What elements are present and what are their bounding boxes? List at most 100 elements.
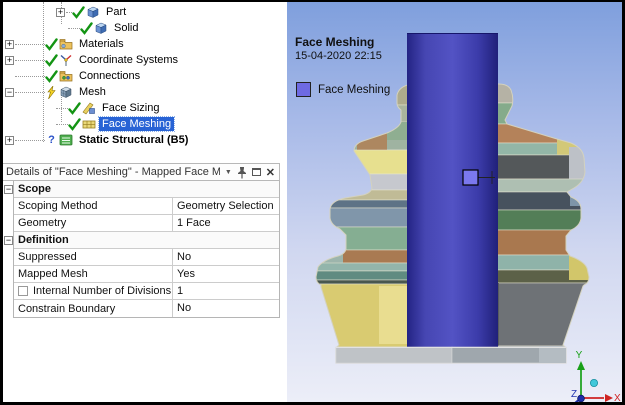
tree-item-label: Solid (114, 22, 139, 34)
section-collapse-icon[interactable] (4, 236, 13, 245)
legend-label: Face Meshing (318, 83, 391, 96)
y-axis-arrow (577, 361, 585, 370)
row-value[interactable]: Geometry Selection (173, 198, 279, 214)
tree-item-materials[interactable]: Materials (3, 36, 283, 52)
check-icon (68, 101, 81, 115)
details-section-scope[interactable]: Scope (14, 181, 279, 198)
z-axis-ball (577, 394, 585, 402)
row-value[interactable]: 1 Face (173, 215, 279, 231)
details-panel: Details of "Face Meshing" - Mapped Face … (3, 163, 280, 318)
tree-item-label-selected: Face Meshing (97, 116, 176, 132)
tree-item-coordinate-systems[interactable]: Coordinate Systems (3, 52, 283, 68)
y-axis-label: Y (576, 350, 583, 361)
tree-item-label: Coordinate Systems (79, 54, 179, 66)
check-icon (45, 53, 58, 67)
chevron-down-icon[interactable]: ▼ (225, 169, 232, 176)
check-icon (80, 21, 93, 35)
details-table: Scope Scoping Method Geometry Selection … (4, 181, 280, 318)
legend-item: Face Meshing (296, 82, 390, 97)
row-label: Mapped Mesh (14, 266, 173, 282)
tree-item-solid[interactable]: Solid (3, 20, 283, 36)
x-axis-arrow (605, 394, 613, 402)
expand-icon[interactable] (5, 55, 14, 65)
legend-swatch (296, 82, 311, 97)
pin-icon[interactable] (237, 166, 247, 179)
details-row-constrain-boundary: Constrain Boundary No (14, 300, 279, 317)
tree-item-connections[interactable]: Connections (3, 68, 283, 84)
row-label: Geometry (14, 215, 173, 231)
details-title: Details of "Face Meshing" - Mapped Face … (6, 166, 220, 178)
expand-icon[interactable] (5, 135, 14, 145)
expand-icon[interactable] (56, 7, 65, 17)
annotation-timestamp: 15-04-2020 22:15 (295, 50, 382, 62)
details-row-internal-divisions: Internal Number of Divisions 1 (14, 283, 279, 300)
details-row-suppressed: Suppressed No (14, 249, 279, 266)
details-row-geometry: Geometry 1 Face (14, 215, 279, 232)
row-label: Constrain Boundary (14, 300, 173, 317)
row-value[interactable]: 1 (173, 283, 279, 299)
tree-connector (15, 75, 45, 77)
check-icon (72, 5, 85, 19)
expand-icon[interactable] (5, 39, 14, 49)
float-window-icon[interactable] (251, 168, 261, 176)
mesh-icon (60, 86, 72, 98)
row-label: Internal Number of Divisions (14, 283, 173, 299)
face-sizing-icon (82, 102, 95, 115)
check-icon (45, 37, 58, 51)
z-axis-label: Z (571, 389, 577, 400)
selected-face-cylinder[interactable] (407, 33, 498, 347)
details-row-mapped-mesh: Mapped Mesh Yes (14, 266, 279, 283)
tree-item-face-meshing[interactable]: Face Meshing (3, 116, 283, 132)
solid-cube-icon (87, 6, 99, 18)
tree-item-label: Mesh (79, 86, 106, 98)
tree-connector (15, 139, 45, 141)
tree-connector (15, 59, 45, 61)
tree-item-mesh[interactable]: Mesh (3, 84, 283, 100)
row-label: Scoping Method (14, 198, 173, 214)
iso-view-ball[interactable] (589, 378, 598, 387)
details-header: Details of "Face Meshing" - Mapped Face … (3, 163, 280, 181)
x-axis-label: X (614, 393, 621, 402)
check-icon (68, 117, 81, 131)
lightning-icon (47, 85, 56, 99)
tree-connector (56, 107, 68, 109)
row-label: Suppressed (14, 249, 173, 265)
tree-item-face-sizing[interactable]: Face Sizing (3, 100, 283, 116)
base-plate[interactable] (335, 346, 567, 364)
check-icon (45, 69, 58, 83)
annotation-title: Face Meshing (295, 35, 375, 49)
materials-icon (59, 39, 73, 50)
axis-triad[interactable]: Z Y X (571, 350, 621, 402)
ansys-mechanical-window: Part Solid Materials (3, 2, 622, 402)
section-collapse-icon[interactable] (4, 185, 13, 194)
tree-connector (15, 43, 45, 45)
collapse-icon[interactable] (5, 87, 14, 97)
tree-item-label: Connections (79, 70, 141, 82)
geometry-viewport[interactable]: Z Y X Face Meshing 15-04-2020 22:15 Face… (287, 2, 622, 402)
tree-item-label: Part (106, 6, 127, 18)
tree-item-label: Face Sizing (102, 102, 160, 114)
connections-icon (59, 71, 73, 82)
section-label: Scope (18, 183, 52, 195)
tree-connector (68, 27, 80, 29)
checkbox[interactable] (18, 286, 28, 296)
project-tree: Part Solid Materials (3, 2, 283, 148)
row-value[interactable]: Yes (173, 266, 279, 282)
details-row-scoping-method: Scoping Method Geometry Selection (14, 198, 279, 215)
row-value[interactable]: No (173, 300, 279, 317)
static-structural-icon (59, 134, 73, 146)
section-label: Definition (18, 234, 69, 246)
row-value[interactable]: No (173, 249, 279, 265)
tree-item-static-structural[interactable]: Static Structural (B5) (3, 132, 283, 148)
model-scene[interactable]: Z Y X (287, 2, 622, 402)
tree-item-label: Static Structural (B5) (79, 134, 189, 146)
tree-connector (15, 91, 45, 93)
solid-cube-icon (95, 22, 107, 34)
details-section-definition[interactable]: Definition (14, 232, 279, 249)
tree-item-part[interactable]: Part (3, 4, 283, 20)
close-icon[interactable]: ✕ (266, 166, 275, 179)
screenshot-frame: Part Solid Materials (0, 0, 625, 405)
tree-connector (56, 123, 68, 125)
tree-item-label: Materials (79, 38, 124, 50)
outline-panel: Part Solid Materials (3, 2, 283, 402)
